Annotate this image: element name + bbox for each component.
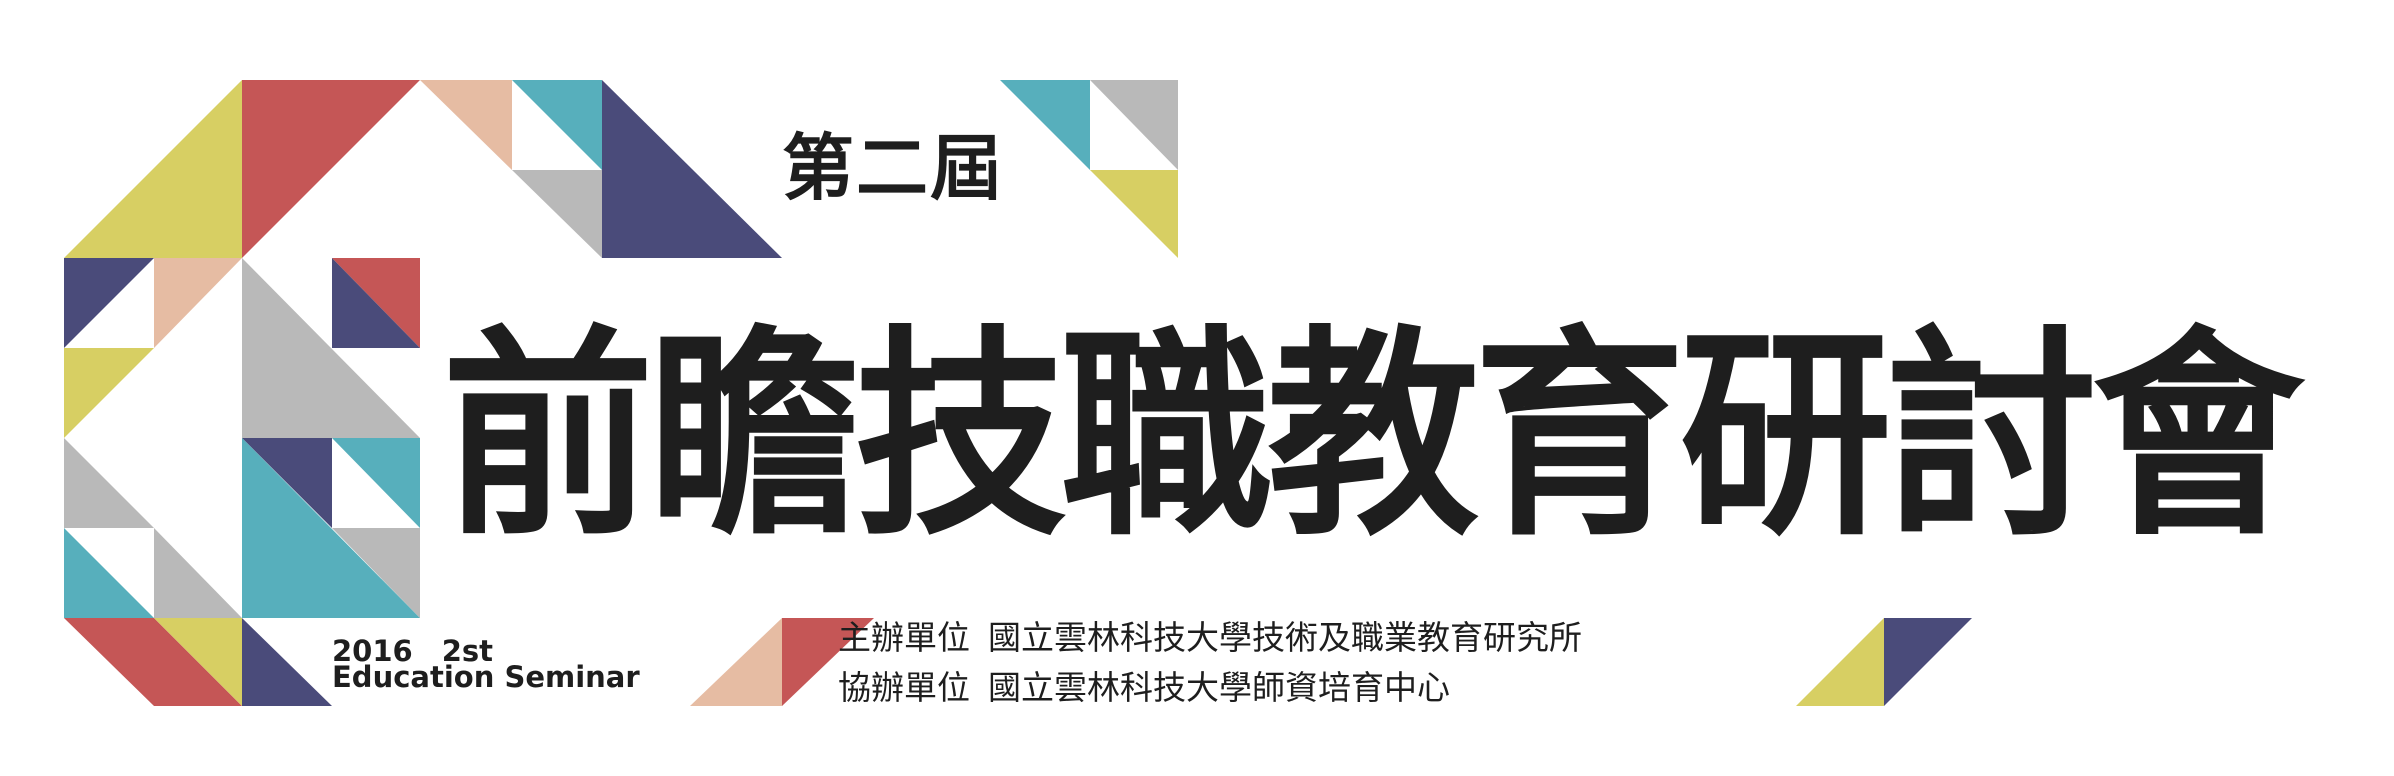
triangle-teal-mid-small (332, 438, 420, 528)
triangle-yellow-right (1090, 170, 1178, 258)
triangle-peach-left (154, 258, 242, 348)
organizer-line: 主辦單位 國立雲林科技大學技術及職業教育研究所 (838, 616, 1582, 660)
triangle-gray-left (64, 438, 154, 528)
triangle-navy-left (64, 258, 154, 348)
triangle-navy-top-large (602, 80, 782, 258)
seminar-banner: 第二屆 前瞻技職教育研討會 主辦單位 國立雲林科技大學技術及職業教育研究所 協辦單… (0, 0, 2394, 776)
triangle-navy-bottom (242, 618, 332, 706)
edition-label: 第二屆 (782, 126, 1005, 210)
triangle-yellow-left (64, 348, 154, 438)
triangle-teal-right (1000, 80, 1090, 170)
triangle-navy-far-right (1884, 618, 1972, 706)
triangle-teal-left (64, 528, 154, 618)
coorganizer-name: 國立雲林科技大學師資培育中心 (988, 668, 1450, 707)
seminar-english-text: Education Seminar (332, 660, 640, 694)
organizer-name: 國立雲林科技大學技術及職業教育研究所 (988, 618, 1582, 657)
triangle-yellow-far-right (1796, 618, 1884, 706)
triangle-gray-right (1090, 80, 1178, 170)
organizer-label: 主辦單位 (838, 618, 970, 657)
triangle-peach-bottom (690, 618, 782, 706)
coorganizer-label: 協辦單位 (838, 668, 970, 707)
seminar-title: 前瞻技職教育研討會 (442, 308, 2304, 566)
triangle-red-bottom-left (64, 618, 154, 706)
triangle-red-large (242, 80, 420, 258)
triangle-peach-top (420, 80, 512, 170)
triangle-teal-top (512, 80, 602, 170)
triangle-gray-top (512, 170, 602, 258)
triangle-gray-left-low (154, 528, 242, 618)
coorganizer-line: 協辦單位 國立雲林科技大學師資培育中心 (838, 666, 1450, 710)
triangle-yellow-large (64, 80, 242, 258)
